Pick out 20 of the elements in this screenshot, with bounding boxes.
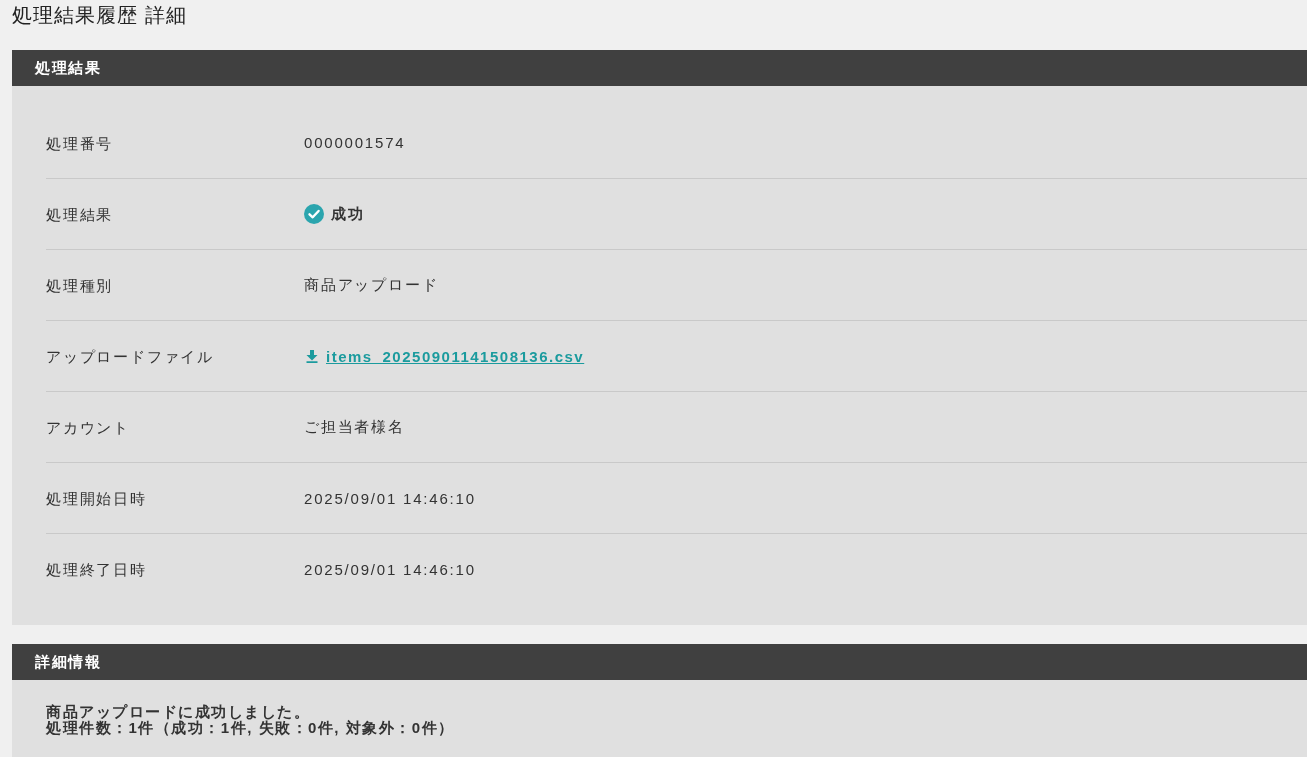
field-value: 0000001574 [304, 134, 406, 151]
field-label: アップロードファイル [46, 347, 215, 367]
section-header: 詳細情報 [12, 644, 1307, 680]
status-text: 成功 [331, 204, 365, 224]
field-value: 商品アップロード [304, 275, 439, 295]
field-label: アカウント [46, 418, 131, 438]
field-value: 2025/09/01 14:46:10 [304, 560, 476, 578]
message-text: 処理件数：1件（成功：1件, 失敗：0件, 対象外：0件） [46, 719, 455, 736]
field-label: 処理番号 [46, 133, 115, 154]
field-label: 処理終了日時 [46, 560, 148, 580]
field-label: 処理種別 [46, 276, 115, 296]
field-label: 処理開始日時 [46, 489, 148, 509]
download-icon [306, 349, 318, 363]
section-header: 処理結果 [12, 50, 1307, 86]
field-label: 処理結果 [46, 205, 115, 225]
page-title: 処理結果履歴 詳細 [12, 3, 187, 28]
message-text: 商品アップロードに成功しました。 [46, 703, 310, 720]
field-value: 2025/09/01 14:46:10 [304, 489, 476, 507]
field-value: ご担当者様名 [304, 417, 405, 437]
file-link[interactable]: items_20250901141508136.csv [326, 347, 585, 365]
